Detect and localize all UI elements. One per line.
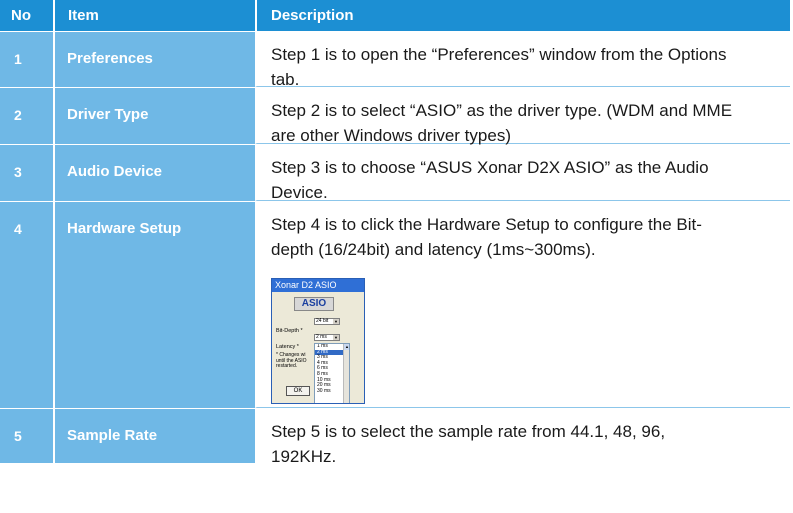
table-row: 2 Driver Type Step 2 is to select “ASIO”… — [0, 87, 790, 145]
row-number: 3 — [0, 145, 53, 201]
row-description: Step 4 is to click the Hardware Setup to… — [255, 202, 790, 408]
steps-table: No Item Description 1 Preferences Step 1… — [0, 0, 790, 466]
row-item: Preferences — [53, 32, 255, 87]
row-item: Sample Rate — [53, 409, 255, 463]
scrollbar[interactable]: ▲ — [343, 344, 349, 403]
table-row: 3 Audio Device Step 3 is to choose “ASUS… — [0, 144, 790, 202]
description-line: Step 1 is to open the “Preferences” wind… — [271, 45, 727, 64]
row-number: 1 — [0, 32, 53, 87]
dialog-title: Xonar D2 ASIO — [272, 279, 364, 292]
header-description: Description — [255, 0, 790, 31]
description-line: Step 3 is to choose “ASUS Xonar D2X ASIO… — [271, 158, 709, 177]
description-line: Step 4 is to click the Hardware Setup to… — [271, 215, 702, 234]
chevron-up-icon[interactable]: ▲ — [344, 344, 349, 350]
header-item: Item — [53, 0, 255, 31]
table-header: No Item Description — [0, 0, 790, 31]
ok-button[interactable]: OK — [286, 386, 310, 396]
description-line: Step 5 is to select the sample rate from… — [271, 422, 666, 441]
latency-value: 2 ms — [316, 334, 327, 340]
table-row: 4 Hardware Setup Step 4 is to click the … — [0, 201, 790, 408]
row-item: Audio Device — [53, 145, 255, 201]
restart-note: * Changes wi until the ASIO restarted. — [276, 352, 310, 370]
row-description: Step 2 is to select “ASIO” as the driver… — [255, 88, 790, 145]
latency-select[interactable]: 2 ms ▼ — [314, 334, 340, 341]
row-number: 5 — [0, 409, 53, 463]
description-line: depth (16/24bit) and latency (1ms~300ms)… — [271, 240, 596, 259]
row-number: 4 — [0, 202, 53, 408]
table-row: 1 Preferences Step 1 is to open the “Pre… — [0, 31, 790, 89]
chevron-down-icon[interactable]: ▼ — [333, 319, 339, 324]
row-description: Step 5 is to select the sample rate from… — [255, 409, 790, 466]
hardware-setup-dialog-screenshot: Xonar D2 ASIO ASIO Bit-Depth * 24 bit ▼ … — [271, 278, 365, 404]
row-number: 2 — [0, 88, 53, 144]
asio-logo: ASIO — [294, 297, 334, 311]
row-item: Hardware Setup — [53, 202, 255, 408]
row-description: Step 3 is to choose “ASUS Xonar D2X ASIO… — [255, 145, 790, 202]
description-line: 192KHz. — [271, 447, 337, 466]
bitdepth-value: 24 bit — [316, 318, 329, 324]
chevron-down-icon[interactable]: ▼ — [333, 335, 339, 340]
description-line: Step 2 is to select “ASIO” as the driver… — [271, 101, 733, 120]
latency-dropdown-list[interactable]: 1 ms 2 ms 3 ms 4 ms 6 ms 8 ms 10 ms 20 m… — [314, 343, 350, 403]
row-item: Driver Type — [53, 88, 255, 144]
bitdepth-select[interactable]: 24 bit ▼ — [314, 318, 340, 325]
note-line: restarted. — [276, 363, 298, 369]
header-no: No — [0, 0, 53, 31]
row-description: Step 1 is to open the “Preferences” wind… — [255, 32, 790, 89]
table-row: 5 Sample Rate Step 5 is to select the sa… — [0, 408, 790, 466]
